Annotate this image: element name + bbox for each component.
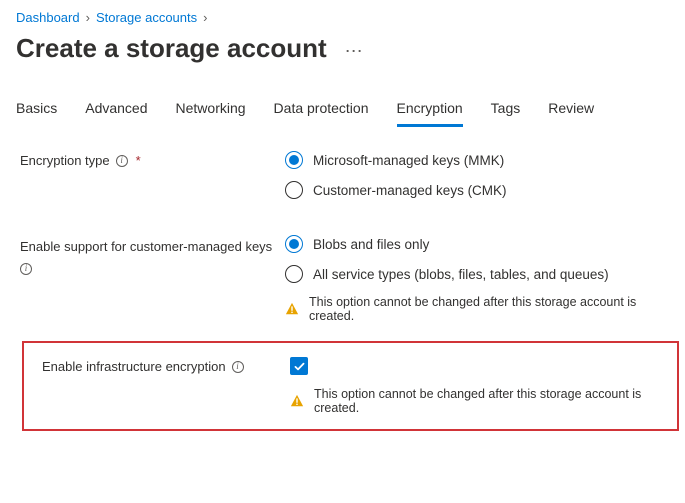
radio-mmk[interactable] [285,151,303,169]
tab-data-protection[interactable]: Data protection [274,94,369,127]
breadcrumb-storage-accounts[interactable]: Storage accounts [96,10,197,25]
page-title: Create a storage account [16,33,327,64]
infra-encryption-highlight: Enable infrastructure encryption i This … [22,341,679,431]
tabs: Basics Advanced Networking Data protecti… [0,76,685,127]
tab-basics[interactable]: Basics [16,94,57,127]
warning-icon [285,302,299,316]
radio-blobs-files-label: Blobs and files only [313,237,429,252]
info-icon[interactable]: i [232,361,244,373]
chevron-right-icon: › [86,10,90,25]
tab-networking[interactable]: Networking [176,94,246,127]
cmk-support-label: Enable support for customer-managed keys [20,237,272,257]
radio-all-types-label: All service types (blobs, files, tables,… [313,267,609,282]
radio-blobs-files[interactable] [285,235,303,253]
radio-cmk-label: Customer-managed keys (CMK) [313,183,507,198]
tab-encryption[interactable]: Encryption [397,94,463,127]
tab-tags[interactable]: Tags [491,94,521,127]
radio-all-types[interactable] [285,265,303,283]
info-icon[interactable]: i [20,263,32,275]
radio-cmk[interactable] [285,181,303,199]
breadcrumb-dashboard[interactable]: Dashboard [16,10,80,25]
tab-advanced[interactable]: Advanced [85,94,147,127]
more-actions-button[interactable]: ⋯ [339,38,371,64]
radio-mmk-label: Microsoft-managed keys (MMK) [313,153,504,168]
cmk-support-warning: This option cannot be changed after this… [309,295,681,323]
encryption-type-label: Encryption type [20,153,110,168]
info-icon[interactable]: i [116,155,128,167]
warning-icon [290,394,304,408]
chevron-right-icon: › [203,10,207,25]
breadcrumb: Dashboard › Storage accounts › [0,0,685,29]
infra-encryption-label: Enable infrastructure encryption [42,359,226,374]
required-indicator: * [136,153,141,168]
infra-encryption-checkbox[interactable] [290,357,308,375]
infra-encryption-warning: This option cannot be changed after this… [314,387,675,415]
tab-review[interactable]: Review [548,94,594,127]
